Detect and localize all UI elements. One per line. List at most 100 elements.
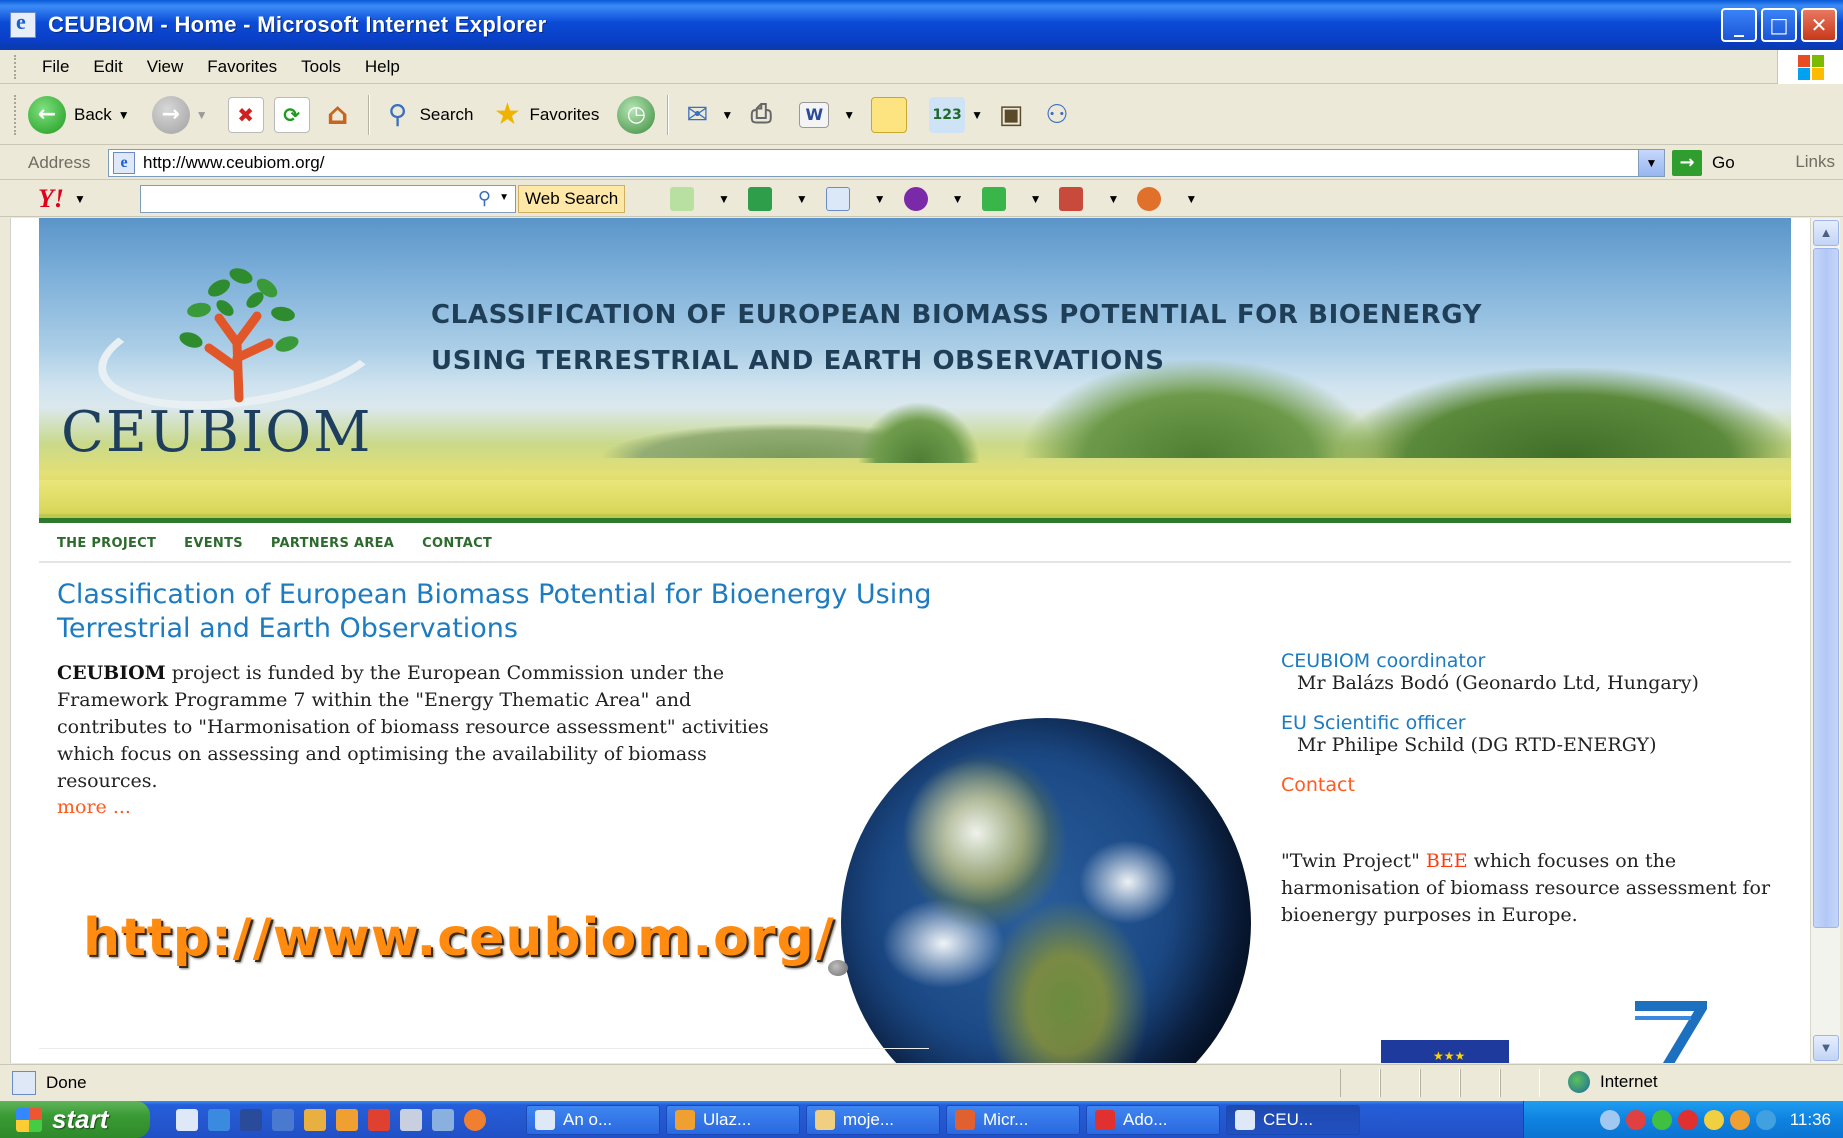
powerpoint-icon [955,1109,975,1130]
chart-icon[interactable] [368,1108,390,1131]
go-button[interactable]: → Go [1672,150,1735,176]
nav-partners-area[interactable]: PARTNERS AREA [271,536,394,551]
task-button[interactable]: Ado... [1086,1104,1220,1135]
chevron-down-icon[interactable]: ▼ [952,192,964,206]
clock-icon[interactable] [336,1108,358,1131]
vertical-scrollbar[interactable]: ▲ ▼ [1810,218,1840,1063]
show-desktop-icon[interactable] [176,1108,198,1131]
mail-button[interactable]: ✉ ▼ [679,97,733,133]
back-button[interactable]: ← Back ▼ [28,95,130,134]
contacts-button[interactable]: ⚇ [1039,97,1075,133]
folder-icon[interactable] [432,1108,454,1131]
home-button[interactable]: ⌂ [320,97,356,133]
menu-help[interactable]: Help [365,57,400,77]
yahoo-search-input[interactable]: ⚲ ▼ [140,185,516,213]
task-button[interactable]: Micr... [946,1104,1080,1135]
menu-file[interactable]: File [42,57,69,77]
menu-edit[interactable]: Edit [93,57,122,77]
earth-globe-image [841,718,1251,1063]
chevron-down-icon[interactable]: ▼ [118,108,130,122]
task-button-active[interactable]: CEU... [1226,1104,1360,1135]
search-icon[interactable]: ⚲ [478,188,491,209]
scroll-thumb[interactable] [1813,248,1839,928]
toolbar-grip[interactable] [14,54,18,79]
chevron-down-icon[interactable]: ▼ [1107,192,1119,206]
clock-icon[interactable] [1729,1109,1750,1130]
chevron-down-icon[interactable]: ▼ [196,108,208,122]
security-zone[interactable]: Internet [1568,1071,1658,1093]
nav-events[interactable]: EVENTS [184,536,243,551]
messenger-button[interactable]: 123 ▼ [929,96,983,133]
minimize-button[interactable]: _ [1721,8,1757,42]
games-icon[interactable] [981,187,1006,211]
research-button[interactable]: ▣ [993,97,1029,133]
check-icon[interactable] [1651,1109,1672,1130]
fp7-logo[interactable] [1627,998,1707,1063]
messenger-icon[interactable] [1755,1109,1776,1130]
discuss-button[interactable] [871,96,908,133]
nav-the-project[interactable]: THE PROJECT [57,536,156,551]
maximize-button[interactable]: □ [1761,8,1797,42]
favorites-button[interactable]: ★ Favorites [489,97,599,133]
search-button[interactable]: ⚲ Search [380,97,473,133]
media-icon[interactable] [464,1108,486,1131]
chevron-down-icon[interactable]: ▼ [721,108,733,122]
links-button[interactable]: Links [1795,152,1835,172]
chevron-down-icon[interactable]: ▼ [1185,192,1197,206]
word-icon[interactable] [240,1108,262,1131]
popup-blocker-icon[interactable] [747,187,772,211]
excel-icon[interactable] [272,1108,294,1131]
edit-button[interactable]: W ▼ [799,101,855,128]
bookmark-icon[interactable] [670,187,694,211]
toolbar-grip[interactable] [14,94,18,135]
title-bar[interactable]: CEUBIOM - Home - Microsoft Internet Expl… [0,0,1843,50]
shopping-icon[interactable] [1059,187,1084,211]
history-button[interactable]: ◷ [617,95,656,134]
chevron-down-icon[interactable]: ▼ [499,192,509,203]
chevron-down-icon[interactable]: ▼ [843,108,855,122]
chevron-down-icon[interactable]: ▼ [74,192,86,206]
menu-tools[interactable]: Tools [301,57,341,77]
address-input[interactable]: e http://www.ceubiom.org/ ▼ [108,149,1665,177]
task-button[interactable]: Ulaz... [666,1104,800,1135]
forward-button[interactable]: → ▼ [151,95,208,134]
task-button[interactable]: An o... [526,1104,660,1135]
yahoo-logo[interactable]: Y! [38,184,64,214]
refresh-button[interactable]: ⟳ [273,96,310,133]
chevron-down-icon[interactable]: ▼ [796,192,808,206]
document-icon[interactable] [400,1108,422,1131]
ie-icon[interactable] [208,1108,230,1131]
eu-flag-logo[interactable]: ★★★ [1381,1040,1509,1063]
page-viewport[interactable]: CLASSIFICATION OF EUROPEAN BIOMASS POTEN… [10,218,1810,1063]
network-icon[interactable] [1599,1109,1620,1130]
lock-icon[interactable] [1703,1109,1724,1130]
start-button[interactable]: start [0,1101,150,1138]
chevron-down-icon[interactable]: ▼ [971,108,983,122]
target-icon[interactable] [1137,187,1162,211]
chevron-down-icon[interactable]: ▼ [1030,192,1042,206]
contact-link[interactable]: Contact [1281,774,1791,796]
nav-contact[interactable]: CONTACT [422,536,492,551]
print-button[interactable]: ⎙ [743,97,779,133]
my-yahoo-icon[interactable] [903,187,928,211]
acrobat-icon[interactable] [1677,1109,1698,1130]
web-search-button[interactable]: Web Search [518,185,626,213]
chevron-down-icon[interactable]: ▼ [1638,150,1664,176]
tool-icon[interactable] [304,1108,326,1131]
address-url[interactable]: http://www.ceubiom.org/ [143,153,324,173]
chevron-down-icon[interactable]: ▼ [874,192,886,206]
scroll-up-icon[interactable]: ▲ [1813,220,1839,246]
antivirus-icon[interactable] [1625,1109,1646,1130]
clock[interactable]: 11:36 [1790,1110,1831,1130]
chevron-down-icon[interactable]: ▼ [718,192,730,206]
close-button[interactable]: ✕ [1801,8,1837,42]
logo-text[interactable]: CEUBIOM [61,400,372,465]
scroll-down-icon[interactable]: ▼ [1813,1035,1839,1061]
mail-icon[interactable] [825,187,850,211]
menu-favorites[interactable]: Favorites [207,57,277,77]
bee-link[interactable]: BEE [1426,850,1468,872]
task-button[interactable]: moje... [806,1104,940,1135]
stop-button[interactable]: ✖ [227,96,264,133]
more-link[interactable]: more ... [57,796,131,818]
menu-view[interactable]: View [147,57,184,77]
